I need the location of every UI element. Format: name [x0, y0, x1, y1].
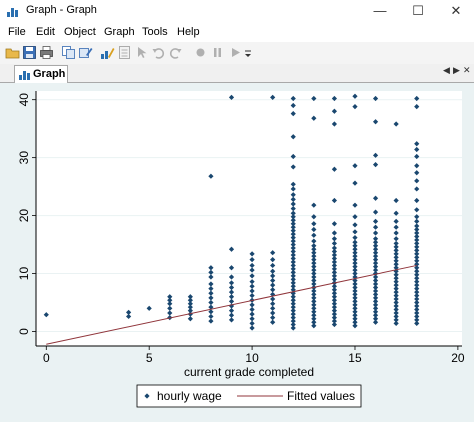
y-tick-label: 10 — [17, 267, 31, 281]
x-tick-label: 10 — [245, 351, 259, 365]
scatter-plot: 0 10 20 30 40 0 5 10 15 20 current grade completed… — [17, 91, 465, 408]
graph-editor-icon[interactable] — [100, 45, 115, 60]
tab-scroll-right-icon[interactable]: ▶ — [453, 65, 460, 76]
graph-app-icon — [7, 8, 18, 17]
menu-object[interactable]: Object — [64, 26, 96, 38]
y-tick-label: 20 — [17, 209, 31, 223]
tab-graph-label: Graph — [33, 68, 66, 80]
x-tick-label: 0 — [43, 351, 50, 365]
properties-icon[interactable] — [117, 45, 132, 60]
legend-label-hourly-wage: hourly wage — [157, 389, 222, 403]
legend-label-fitted-values: Fitted values — [287, 389, 355, 403]
tab-strip: Graph ◀ ▶ ✕ — [0, 64, 474, 83]
x-axis-title: current grade completed — [184, 365, 314, 379]
graph-area: 0 10 20 30 40 0 5 10 15 20 current grade completed… — [0, 83, 474, 422]
dropdown-icon[interactable] — [244, 45, 252, 60]
title-bar: Graph - Graph — ☐ ✕ — [0, 0, 474, 22]
tab-close-icon[interactable]: ✕ — [463, 65, 471, 76]
x-tick-label: 5 — [146, 351, 153, 365]
graph-tab-icon — [19, 71, 30, 80]
close-button[interactable]: ✕ — [436, 0, 474, 22]
menu-graph[interactable]: Graph — [104, 26, 135, 38]
plot-region — [36, 91, 462, 346]
minimize-button[interactable]: — — [360, 0, 400, 22]
y-tick-label: 40 — [17, 93, 31, 107]
tab-graph[interactable]: Graph — [14, 65, 68, 83]
menu-edit[interactable]: Edit — [36, 26, 55, 38]
open-folder-icon[interactable] — [5, 45, 20, 60]
rename-icon[interactable] — [78, 45, 93, 60]
maximize-button[interactable]: ☐ — [398, 0, 438, 22]
y-tick-label: 0 — [17, 328, 31, 335]
legend: hourly wage Fitted values — [136, 384, 362, 408]
pointer-icon[interactable] — [134, 45, 149, 60]
undo-icon[interactable] — [151, 45, 166, 60]
redo-icon[interactable] — [168, 45, 183, 60]
toolbar — [0, 42, 474, 65]
menu-bar: File Edit Object Graph Tools Help — [0, 23, 474, 41]
window-title: Graph - Graph — [26, 4, 97, 16]
tab-scroll-left-icon[interactable]: ◀ — [443, 65, 450, 76]
play-icon[interactable] — [228, 45, 243, 60]
save-icon[interactable] — [22, 45, 37, 60]
menu-tools[interactable]: Tools — [142, 26, 168, 38]
copy-icon[interactable] — [61, 45, 76, 60]
print-icon[interactable] — [39, 45, 54, 60]
y-tick-label: 30 — [17, 151, 31, 165]
menu-help[interactable]: Help — [177, 26, 200, 38]
menu-file[interactable]: File — [8, 26, 26, 38]
x-tick-label: 20 — [451, 351, 465, 365]
x-tick-label: 15 — [348, 351, 362, 365]
pause-icon[interactable] — [210, 45, 225, 60]
record-icon[interactable] — [193, 45, 208, 60]
